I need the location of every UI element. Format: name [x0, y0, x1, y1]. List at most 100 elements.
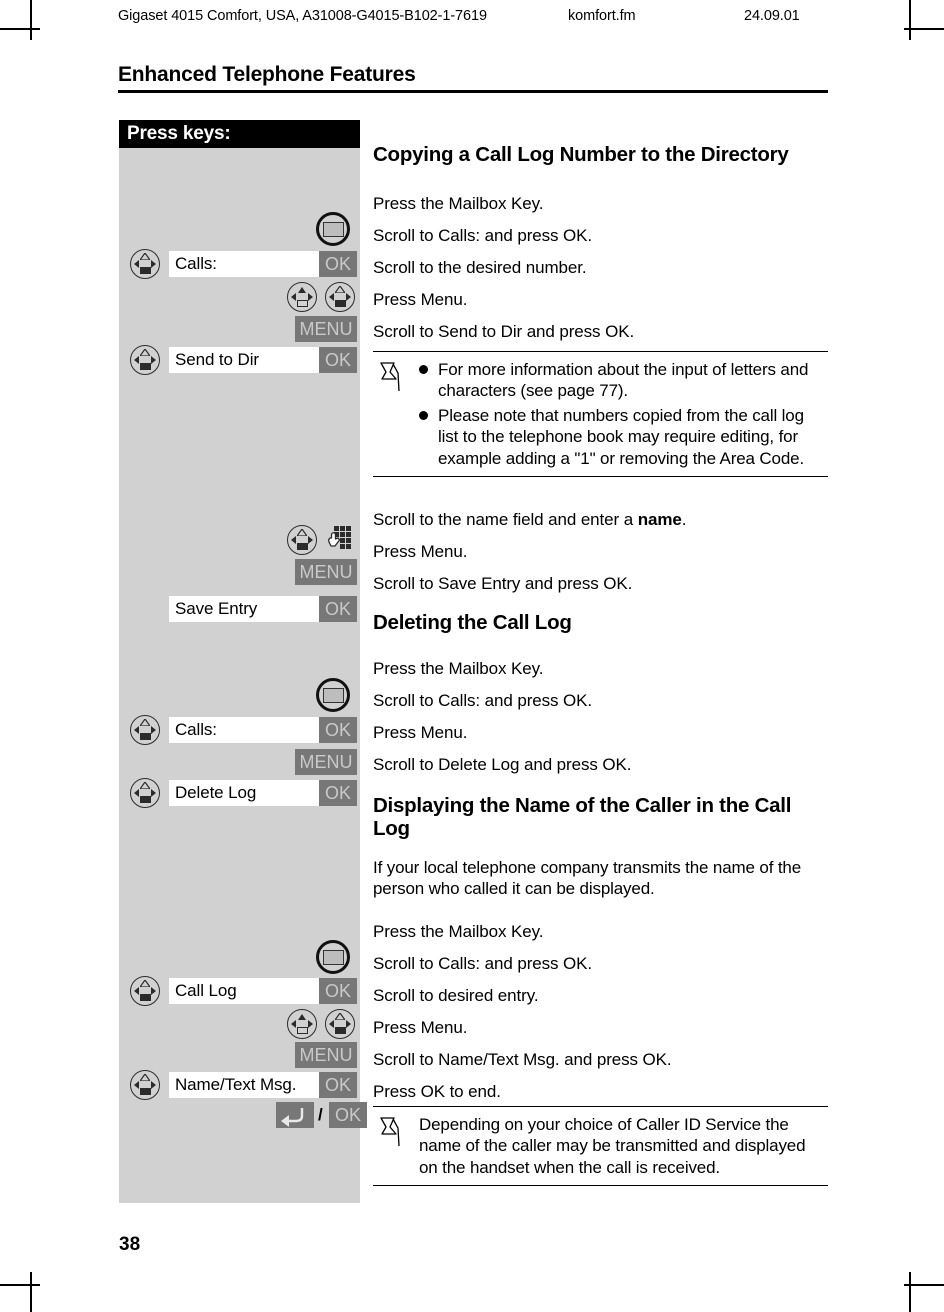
navigation-key-icon[interactable]: [130, 249, 160, 279]
ok-softkey[interactable]: OK: [319, 780, 357, 806]
nav-select-square-icon: [139, 796, 151, 803]
step-text: Scroll to Calls: and press OK.: [373, 954, 593, 973]
step-text: Press OK to end.: [373, 1082, 501, 1101]
nav-select-square-icon: [296, 300, 308, 307]
nav-up-arrow-outline-icon: [140, 349, 150, 356]
step-text: Scroll to desired entry.: [373, 986, 539, 1005]
menu-softkey[interactable]: MENU: [295, 749, 357, 775]
mailbox-key-icon[interactable]: [316, 212, 350, 246]
note-text: Depending on your choice of Caller ID Se…: [419, 1115, 806, 1177]
bullet-icon: [419, 365, 428, 374]
nav-select-square-icon: [139, 994, 151, 1001]
header-document-id: Gigaset 4015 Comfort, USA, A31008-G4015-…: [118, 8, 487, 24]
nav-right-arrow-icon: [151, 789, 156, 797]
pushpin-icon: [380, 362, 400, 392]
step-text: Press the Mailbox Key.: [373, 194, 544, 213]
ok-softkey[interactable]: OK: [319, 251, 357, 277]
mailbox-key-icon[interactable]: [316, 940, 350, 974]
envelope-glyph: [322, 949, 344, 965]
nav-up-arrow-outline-icon: [335, 286, 345, 293]
nav-right-arrow-icon: [151, 260, 156, 268]
nav-select-square-icon: [139, 267, 151, 274]
nav-right-arrow-icon: [346, 1020, 351, 1028]
section-heading-displaying: Displaying the Name of the Caller in the…: [373, 794, 792, 840]
nav-left-arrow-icon: [134, 356, 139, 364]
nav-select-square-icon: [334, 1027, 346, 1034]
navigation-key-icon[interactable]: [130, 778, 160, 808]
nav-up-arrow-icon: [297, 286, 306, 293]
menu-softkey[interactable]: MENU: [295, 316, 357, 342]
nav-select-square-icon: [296, 1027, 308, 1034]
nav-right-arrow-icon: [151, 356, 156, 364]
step-text: Scroll to Send to Dir and press OK.: [373, 322, 635, 341]
navigation-key-icon[interactable]: [130, 976, 160, 1006]
nav-left-arrow-icon: [329, 1020, 334, 1028]
ok-softkey[interactable]: OK: [319, 596, 357, 622]
nav-select-square-icon: [139, 1088, 151, 1095]
ok-softkey[interactable]: OK: [319, 978, 357, 1004]
nav-left-arrow-icon: [134, 726, 139, 734]
nav-right-arrow-icon: [151, 987, 156, 995]
step-text: Scroll to Delete Log and press OK.: [373, 755, 632, 774]
step-text: Press the Mailbox Key.: [373, 659, 544, 678]
nav-up-arrow-outline-icon: [335, 1013, 345, 1020]
ok-softkey[interactable]: OK: [319, 347, 357, 373]
header-filename: komfort.fm: [568, 8, 636, 24]
nav-left-arrow-icon: [329, 293, 334, 301]
nav-up-arrow-icon: [297, 1013, 306, 1020]
note-bullet-item: Please note that numbers copied from the…: [419, 405, 828, 469]
nav-select-square-icon: [296, 543, 308, 550]
step-text: Scroll to Calls: and press OK.: [373, 691, 593, 710]
nav-right-arrow-icon: [151, 1081, 156, 1089]
key-separator: /: [318, 1105, 323, 1124]
navigation-key-icon[interactable]: [130, 715, 160, 745]
nav-left-arrow-icon: [134, 987, 139, 995]
nav-left-arrow-icon: [291, 293, 296, 301]
note-bullet-text: For more information about the input of …: [438, 360, 809, 401]
back-key-icon[interactable]: [276, 1102, 314, 1128]
mailbox-key-icon[interactable]: [316, 678, 350, 712]
menu-softkey[interactable]: MENU: [295, 1042, 357, 1068]
nav-left-arrow-icon: [291, 1020, 296, 1028]
page-number: 38: [119, 1234, 141, 1255]
display-field-name-text-msg: Name/Text Msg.: [169, 1072, 337, 1098]
navigation-key-icon-select[interactable]: [325, 1009, 355, 1039]
ok-softkey[interactable]: OK: [319, 717, 357, 743]
step-text: Scroll to Name/Text Msg. and press OK.: [373, 1050, 672, 1069]
crop-mark-bottom-right-vertical: [909, 1272, 911, 1312]
navigation-key-icon-scroll[interactable]: [287, 282, 317, 312]
nav-up-arrow-outline-icon: [140, 719, 150, 726]
display-field-send-to-dir: Send to Dir: [169, 347, 337, 373]
navigation-key-icon[interactable]: [287, 525, 317, 555]
ok-softkey[interactable]: OK: [319, 1072, 357, 1098]
chapter-title-rule: [118, 90, 828, 93]
chapter-title-block: Enhanced Telephone Features: [118, 63, 828, 93]
step-text: Press Menu.: [373, 290, 468, 309]
envelope-glyph: [322, 687, 344, 703]
back-arrow-glyph: [281, 1108, 304, 1127]
nav-up-arrow-outline-icon: [140, 782, 150, 789]
display-field-save-entry: Save Entry: [169, 596, 337, 622]
nav-right-arrow-icon: [308, 293, 313, 301]
keypad-entry-icon[interactable]: [325, 525, 352, 554]
nav-right-arrow-icon: [308, 1020, 313, 1028]
display-field-call-log: Call Log: [169, 978, 337, 1004]
step-text-name-field: Scroll to the name field and enter a nam…: [373, 509, 686, 530]
crop-mark-bottom-left-vertical: [30, 1272, 32, 1312]
navigation-key-icon-scroll[interactable]: [287, 1009, 317, 1039]
ok-softkey[interactable]: OK: [329, 1102, 367, 1128]
crop-mark-bottom-right-horizontal: [904, 1284, 944, 1286]
navigation-key-icon-select[interactable]: [325, 282, 355, 312]
nav-right-arrow-icon: [308, 536, 313, 544]
press-keys-column: Press keys: Calls: OK MENU Send to Dir O…: [119, 120, 367, 1203]
navigation-key-icon[interactable]: [130, 345, 160, 375]
nav-right-arrow-icon: [151, 726, 156, 734]
nav-left-arrow-icon: [291, 536, 296, 544]
running-header: Gigaset 4015 Comfort, USA, A31008-G4015-…: [0, 8, 944, 30]
section-heading-copying: Copying a Call Log Number to the Directo…: [373, 143, 789, 166]
nav-up-arrow-outline-icon: [140, 253, 150, 260]
navigation-key-icon[interactable]: [130, 1070, 160, 1100]
chapter-title: Enhanced Telephone Features: [118, 63, 416, 86]
menu-softkey[interactable]: MENU: [295, 559, 357, 585]
step-text: Scroll to the desired number.: [373, 258, 587, 277]
